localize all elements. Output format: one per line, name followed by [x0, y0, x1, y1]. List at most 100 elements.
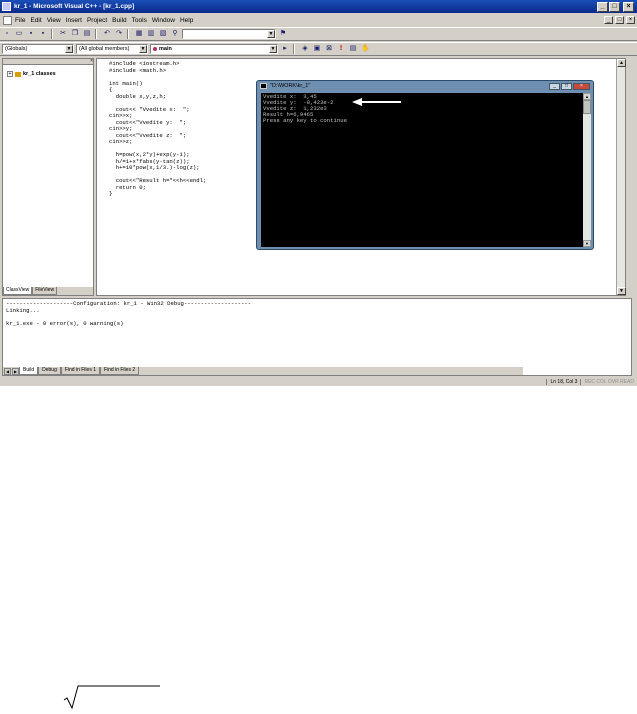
annotation-arrow-icon	[352, 98, 401, 106]
chevron-down-icon[interactable]: ▼	[139, 45, 147, 53]
undo-icon[interactable]: ↶	[102, 29, 112, 39]
toolbar-separator	[293, 44, 295, 54]
menu-project[interactable]: Project	[87, 17, 107, 24]
document-window-controls: _ □ ×	[604, 16, 637, 24]
minimize-button[interactable]: _	[597, 1, 608, 12]
build-icon[interactable]: ▣	[312, 44, 322, 54]
menu-bar: File Edit View Insert Project Build Tool…	[0, 14, 637, 26]
wizard-action-icon[interactable]: ▸	[280, 44, 290, 54]
scroll-down-icon[interactable]: ▼	[583, 240, 591, 247]
doc-close-button[interactable]: ×	[626, 16, 635, 24]
menu-insert[interactable]: Insert	[66, 17, 82, 24]
members-combo-value: (All global members)	[79, 46, 130, 52]
execute-icon[interactable]: !	[336, 44, 346, 54]
workspace-icon[interactable]: ▦	[134, 29, 144, 39]
paste-icon[interactable]: ▤	[82, 29, 92, 39]
function-icon	[153, 46, 157, 51]
chevron-down-icon[interactable]: ▼	[267, 30, 275, 38]
open-folder-icon[interactable]: ▭	[14, 29, 24, 39]
compile-icon[interactable]: ◈	[300, 44, 310, 54]
tree-root-item[interactable]: + kr_1 classes	[7, 71, 56, 77]
tree-root-label: kr_1 classes	[23, 71, 56, 77]
tab-classview[interactable]: ClassView	[3, 287, 33, 295]
cursor-position: Ln 18, Col 3	[546, 379, 580, 385]
tab-scroll-right-icon[interactable]: ▶	[12, 367, 19, 375]
menu-tools[interactable]: Tools	[132, 17, 147, 24]
workspace-close-icon[interactable]: ×	[90, 58, 93, 64]
scroll-thumb[interactable]	[583, 100, 591, 114]
console-scrollbar[interactable]: ▲ ▼	[583, 93, 591, 247]
chevron-down-icon[interactable]: ▼	[269, 45, 277, 53]
wizardbar-toolbar: (Globals) ▼ (All global members) ▼ main …	[0, 42, 637, 56]
close-button[interactable]: ×	[623, 1, 634, 12]
console-window[interactable]: "D:\WORK\kr_1" _ □ × Vvedite x: 3,45 Vve…	[256, 80, 594, 250]
console-close-button[interactable]: ×	[573, 82, 590, 90]
menu-view[interactable]: View	[47, 17, 61, 24]
tab-debug[interactable]: Debug	[38, 367, 61, 375]
menu-build[interactable]: Build	[112, 17, 126, 24]
workspace-pane: × + kr_1 classes ClassView FileView	[2, 58, 94, 296]
window-title: kr_1 - Microsoft Visual C++ - [kr_1.cpp]	[14, 3, 135, 10]
toolbar-separator	[127, 29, 129, 39]
stop-build-icon[interactable]: ⊠	[324, 44, 334, 54]
function-combo-value: main	[159, 46, 172, 52]
output-tabs: ◀ ▶ Build Debug Find in Files 1 Find in …	[3, 367, 523, 375]
chevron-down-icon[interactable]: ▼	[65, 45, 73, 53]
expand-icon[interactable]: +	[7, 71, 13, 77]
console-output: Vvedite x: 3,45 Vvedite y: -0,423e-2 Vve…	[263, 93, 347, 124]
tab-find-in-files-2[interactable]: Find in Files 2	[99, 367, 140, 375]
menu-edit[interactable]: Edit	[30, 17, 41, 24]
source-code[interactable]: #include <iostream.h> #include <math.h> …	[109, 60, 206, 198]
tab-fileview[interactable]: FileView	[32, 287, 58, 295]
redo-icon[interactable]: ↷	[114, 29, 124, 39]
tab-build[interactable]: Build	[19, 367, 39, 375]
toolbar-separator	[95, 29, 97, 39]
scroll-up-icon[interactable]: ▲	[583, 93, 591, 100]
menu-help[interactable]: Help	[180, 17, 193, 24]
scroll-down-icon[interactable]: ▼	[617, 287, 626, 295]
window-list-icon[interactable]: ▧	[158, 29, 168, 39]
editor-vertical-scrollbar[interactable]: ▲ ▼	[616, 59, 626, 295]
console-minimize-button[interactable]: _	[549, 82, 560, 90]
square-root-symbol-icon	[63, 685, 160, 710]
find-in-files-icon[interactable]: ⚲	[170, 29, 180, 39]
document-icon[interactable]	[3, 15, 12, 25]
title-bar[interactable]: kr_1 - Microsoft Visual C++ - [kr_1.cpp]…	[0, 0, 637, 13]
scope-combo[interactable]: (Globals) ▼	[2, 44, 74, 54]
copy-icon[interactable]: ❐	[70, 29, 80, 39]
tab-scroll-left-icon[interactable]: ◀	[4, 367, 11, 375]
console-maximize-button[interactable]: □	[561, 82, 572, 90]
vc-application-window: kr_1 - Microsoft Visual C++ - [kr_1.cpp]…	[0, 0, 637, 386]
tab-find-in-files-1[interactable]: Find in Files 1	[60, 367, 100, 375]
app-icon[interactable]	[2, 2, 11, 11]
menu-file[interactable]: File	[15, 17, 25, 24]
save-icon[interactable]: ▪	[26, 29, 36, 39]
output-window-icon[interactable]: ▥	[146, 29, 156, 39]
toolbar-separator	[51, 29, 53, 39]
menu-window[interactable]: Window	[152, 17, 175, 24]
members-combo[interactable]: (All global members) ▼	[76, 44, 148, 54]
console-output-area[interactable]: Vvedite x: 3,45 Vvedite y: -0,423e-2 Vve…	[261, 93, 583, 247]
build-output-text: --------------------Configuration: kr_1 …	[6, 300, 252, 327]
maximize-button[interactable]: □	[609, 1, 620, 12]
classes-folder-icon	[15, 71, 21, 77]
cut-icon[interactable]: ✂	[58, 29, 68, 39]
workspace-tabs: ClassView FileView	[3, 287, 93, 295]
scope-combo-value: (Globals)	[5, 46, 28, 52]
save-all-icon[interactable]: ▪	[38, 29, 48, 39]
go-icon[interactable]: ▤	[348, 44, 358, 54]
console-title-bar[interactable]: "D:\WORK\kr_1" _ □ ×	[257, 81, 593, 91]
scroll-up-icon[interactable]: ▲	[617, 59, 626, 67]
breakpoint-icon[interactable]: ✋	[360, 44, 370, 54]
find-combo[interactable]: ▼	[182, 29, 276, 39]
status-bar: Ln 18, Col 3 REC COL OVR READ	[0, 378, 637, 386]
doc-minimize-button[interactable]: _	[604, 16, 613, 24]
find-icon[interactable]: ⚑	[278, 29, 288, 39]
doc-restore-button[interactable]: □	[615, 16, 624, 24]
function-combo[interactable]: main ▼	[150, 44, 278, 54]
console-title: "D:\WORK\kr_1"	[270, 83, 311, 89]
console-icon	[260, 83, 267, 89]
standard-toolbar: ▫ ▭ ▪ ▪ ✂ ❐ ▤ ↶ ↷ ▦ ▥ ▧ ⚲ ▼ ⚑	[0, 27, 637, 41]
output-pane: --------------------Configuration: kr_1 …	[2, 298, 632, 376]
new-file-icon[interactable]: ▫	[2, 29, 12, 39]
